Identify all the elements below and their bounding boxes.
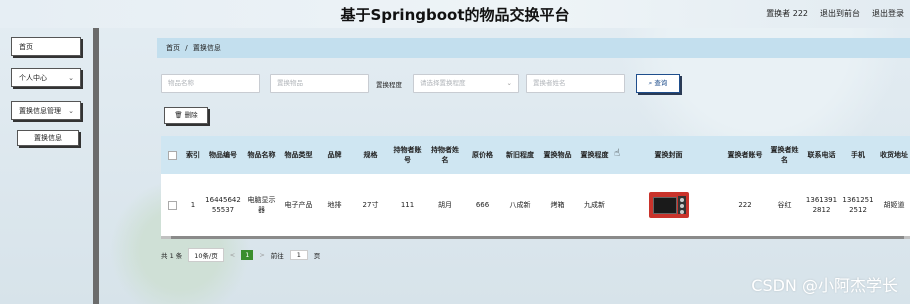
chevron-down-icon: ⌄ — [68, 74, 74, 82]
header-actions: 置换者 222 退出到前台 退出登录 — [766, 8, 904, 19]
cell-spec: 27寸 — [362, 201, 379, 209]
cell-index: 1 — [190, 201, 196, 209]
exchange-degree-placeholder: 请选择置换程度 — [420, 79, 466, 87]
exchange-item-input[interactable]: 置换物品 — [270, 74, 369, 93]
sidebar-item-exchange-management[interactable]: 置换信息管理 ⌄ — [11, 101, 81, 120]
cell-item-type: 电子产品 — [284, 201, 313, 209]
cell-exchanger-account: 222 — [738, 201, 752, 209]
col-item-name[interactable]: 物品名称 — [243, 136, 280, 174]
breadcrumb-separator: / — [185, 44, 188, 52]
sidebar-item-label: 首页 — [19, 43, 33, 51]
select-all-checkbox[interactable] — [161, 136, 183, 174]
cell-holder-account: 111 — [400, 201, 415, 209]
scrollbar-thumb[interactable] — [171, 236, 904, 239]
goto-page-input[interactable]: 1 — [289, 250, 308, 260]
col-exchange-degree[interactable]: 置换程度 — [576, 136, 613, 174]
col-contact-phone[interactable]: 联系电话 — [803, 136, 840, 174]
col-cover[interactable]: 置换封面 — [613, 136, 724, 174]
breadcrumb-current: 置换信息 — [192, 44, 221, 52]
col-exchanger-name[interactable]: 置换者姓名 — [766, 136, 803, 174]
cell-address: 胡姬道 — [883, 201, 905, 209]
filter-bar: 物品名称 置换物品 置换程度 请选择置换程度 ⌄ 置换者姓名 ⌕ 查询 — [161, 74, 910, 94]
table-horizontal-scrollbar[interactable] — [161, 236, 910, 239]
page-size-select[interactable]: 10条/页 — [188, 248, 224, 262]
col-holder-name[interactable]: 持物者姓名 — [426, 136, 464, 174]
cell-item-no: 1644564255537 — [205, 196, 241, 214]
col-condition[interactable]: 新旧程度 — [501, 136, 539, 174]
delete-button[interactable]: 🗑 删除 — [164, 107, 208, 124]
next-page-button[interactable]: > — [259, 251, 264, 259]
table-header-row: 索引 物品编号 物品名称 物品类型 品牌 规格 持物者账号 持物者姓名 原价格 … — [161, 136, 910, 174]
exchange-degree-label: 置换程度 — [376, 81, 402, 89]
cell-exchanger-name: 谷红 — [777, 201, 792, 209]
search-icon: ⌕ — [648, 79, 653, 87]
cell-item-name: 电脑显示器 — [247, 196, 276, 214]
delete-button-label: 删除 — [184, 111, 198, 119]
col-address[interactable]: 收货地址 — [876, 136, 910, 174]
back-to-front-link[interactable]: 退出到前台 — [820, 8, 860, 19]
cell-contact-phone: 13613912812 — [805, 196, 838, 214]
current-user: 置换者 222 — [766, 9, 808, 18]
goto-label: 前往 — [270, 252, 284, 260]
page-suffix: 页 — [313, 252, 321, 260]
cell-exchange-degree: 九成新 — [584, 201, 605, 209]
watermark: CSDN @小阿杰学长 — [751, 276, 898, 295]
col-holder-account[interactable]: 持物者账号 — [389, 136, 426, 174]
prev-page-button[interactable]: < — [230, 251, 235, 259]
sidebar: 首页 个人中心 ⌄ 置换信息管理 ⌄ 置换信息 — [0, 28, 95, 304]
sidebar-item-label: 个人中心 — [19, 74, 47, 82]
data-table: 索引 物品编号 物品名称 物品类型 品牌 规格 持物者账号 持物者姓名 原价格 … — [161, 136, 910, 239]
col-exchanger-account[interactable]: 置换者账号 — [724, 136, 766, 174]
sidebar-divider — [93, 28, 99, 304]
cell-condition: 八成新 — [509, 201, 531, 209]
query-button-label: 查询 — [654, 79, 668, 87]
col-mobile[interactable]: 手机 — [840, 136, 876, 174]
cell-original-price: 666 — [475, 201, 490, 209]
col-exchange-item[interactable]: 置换物品 — [539, 136, 576, 174]
pager-total: 共 1 条 — [161, 252, 183, 260]
row-checkbox[interactable] — [161, 174, 183, 236]
sidebar-item-home[interactable]: 首页 — [11, 37, 81, 56]
cell-mobile: 13612512512 — [842, 196, 874, 214]
col-spec[interactable]: 规格 — [352, 136, 389, 174]
breadcrumb-home[interactable]: 首页 — [166, 44, 180, 52]
top-header: 基于Springboot的物品交换平台 置换者 222 退出到前台 退出登录 — [0, 0, 910, 28]
cell-exchange-item: 烤箱 — [550, 201, 565, 209]
oven-cover-image[interactable] — [647, 189, 691, 221]
cell-cover — [613, 174, 724, 236]
cell-brand: 地排 — [327, 201, 342, 209]
cell-holder-name: 胡月 — [438, 201, 452, 209]
chevron-down-icon: ⌄ — [506, 79, 512, 87]
col-item-type[interactable]: 物品类型 — [280, 136, 317, 174]
col-index: 索引 — [186, 151, 200, 159]
col-item-no[interactable]: 物品编号 — [203, 136, 243, 174]
trash-icon: 🗑 — [174, 111, 183, 119]
sidebar-item-label: 置换信息管理 — [19, 107, 61, 115]
exchanger-name-input[interactable]: 置换者姓名 — [526, 74, 625, 93]
chevron-down-icon: ⌄ — [68, 107, 74, 115]
pointer-cursor-icon: ☝ — [614, 148, 621, 159]
query-button[interactable]: ⌕ 查询 — [636, 74, 680, 93]
pagination: 共 1 条 10条/页 < 1 > 前往 1 页 — [161, 248, 320, 262]
exchange-degree-select[interactable]: 请选择置换程度 ⌄ — [413, 74, 519, 93]
table-row: 1 1644564255537 电脑显示器 电子产品 地排 27寸 111 胡月… — [161, 174, 910, 236]
col-brand[interactable]: 品牌 — [317, 136, 352, 174]
item-name-input[interactable]: 物品名称 — [161, 74, 260, 93]
logout-link[interactable]: 退出登录 — [872, 8, 904, 19]
breadcrumb: 首页 / 置换信息 — [157, 38, 910, 58]
sidebar-subitem-exchange-info[interactable]: 置换信息 — [17, 130, 79, 146]
sidebar-item-personal-center[interactable]: 个人中心 ⌄ — [11, 68, 81, 87]
page-number-current[interactable]: 1 — [241, 250, 254, 260]
main-content: 首页 / 置换信息 物品名称 置换物品 置换程度 请选择置换程度 ⌄ 置换者姓名… — [106, 28, 910, 304]
col-original-price[interactable]: 原价格 — [464, 136, 501, 174]
